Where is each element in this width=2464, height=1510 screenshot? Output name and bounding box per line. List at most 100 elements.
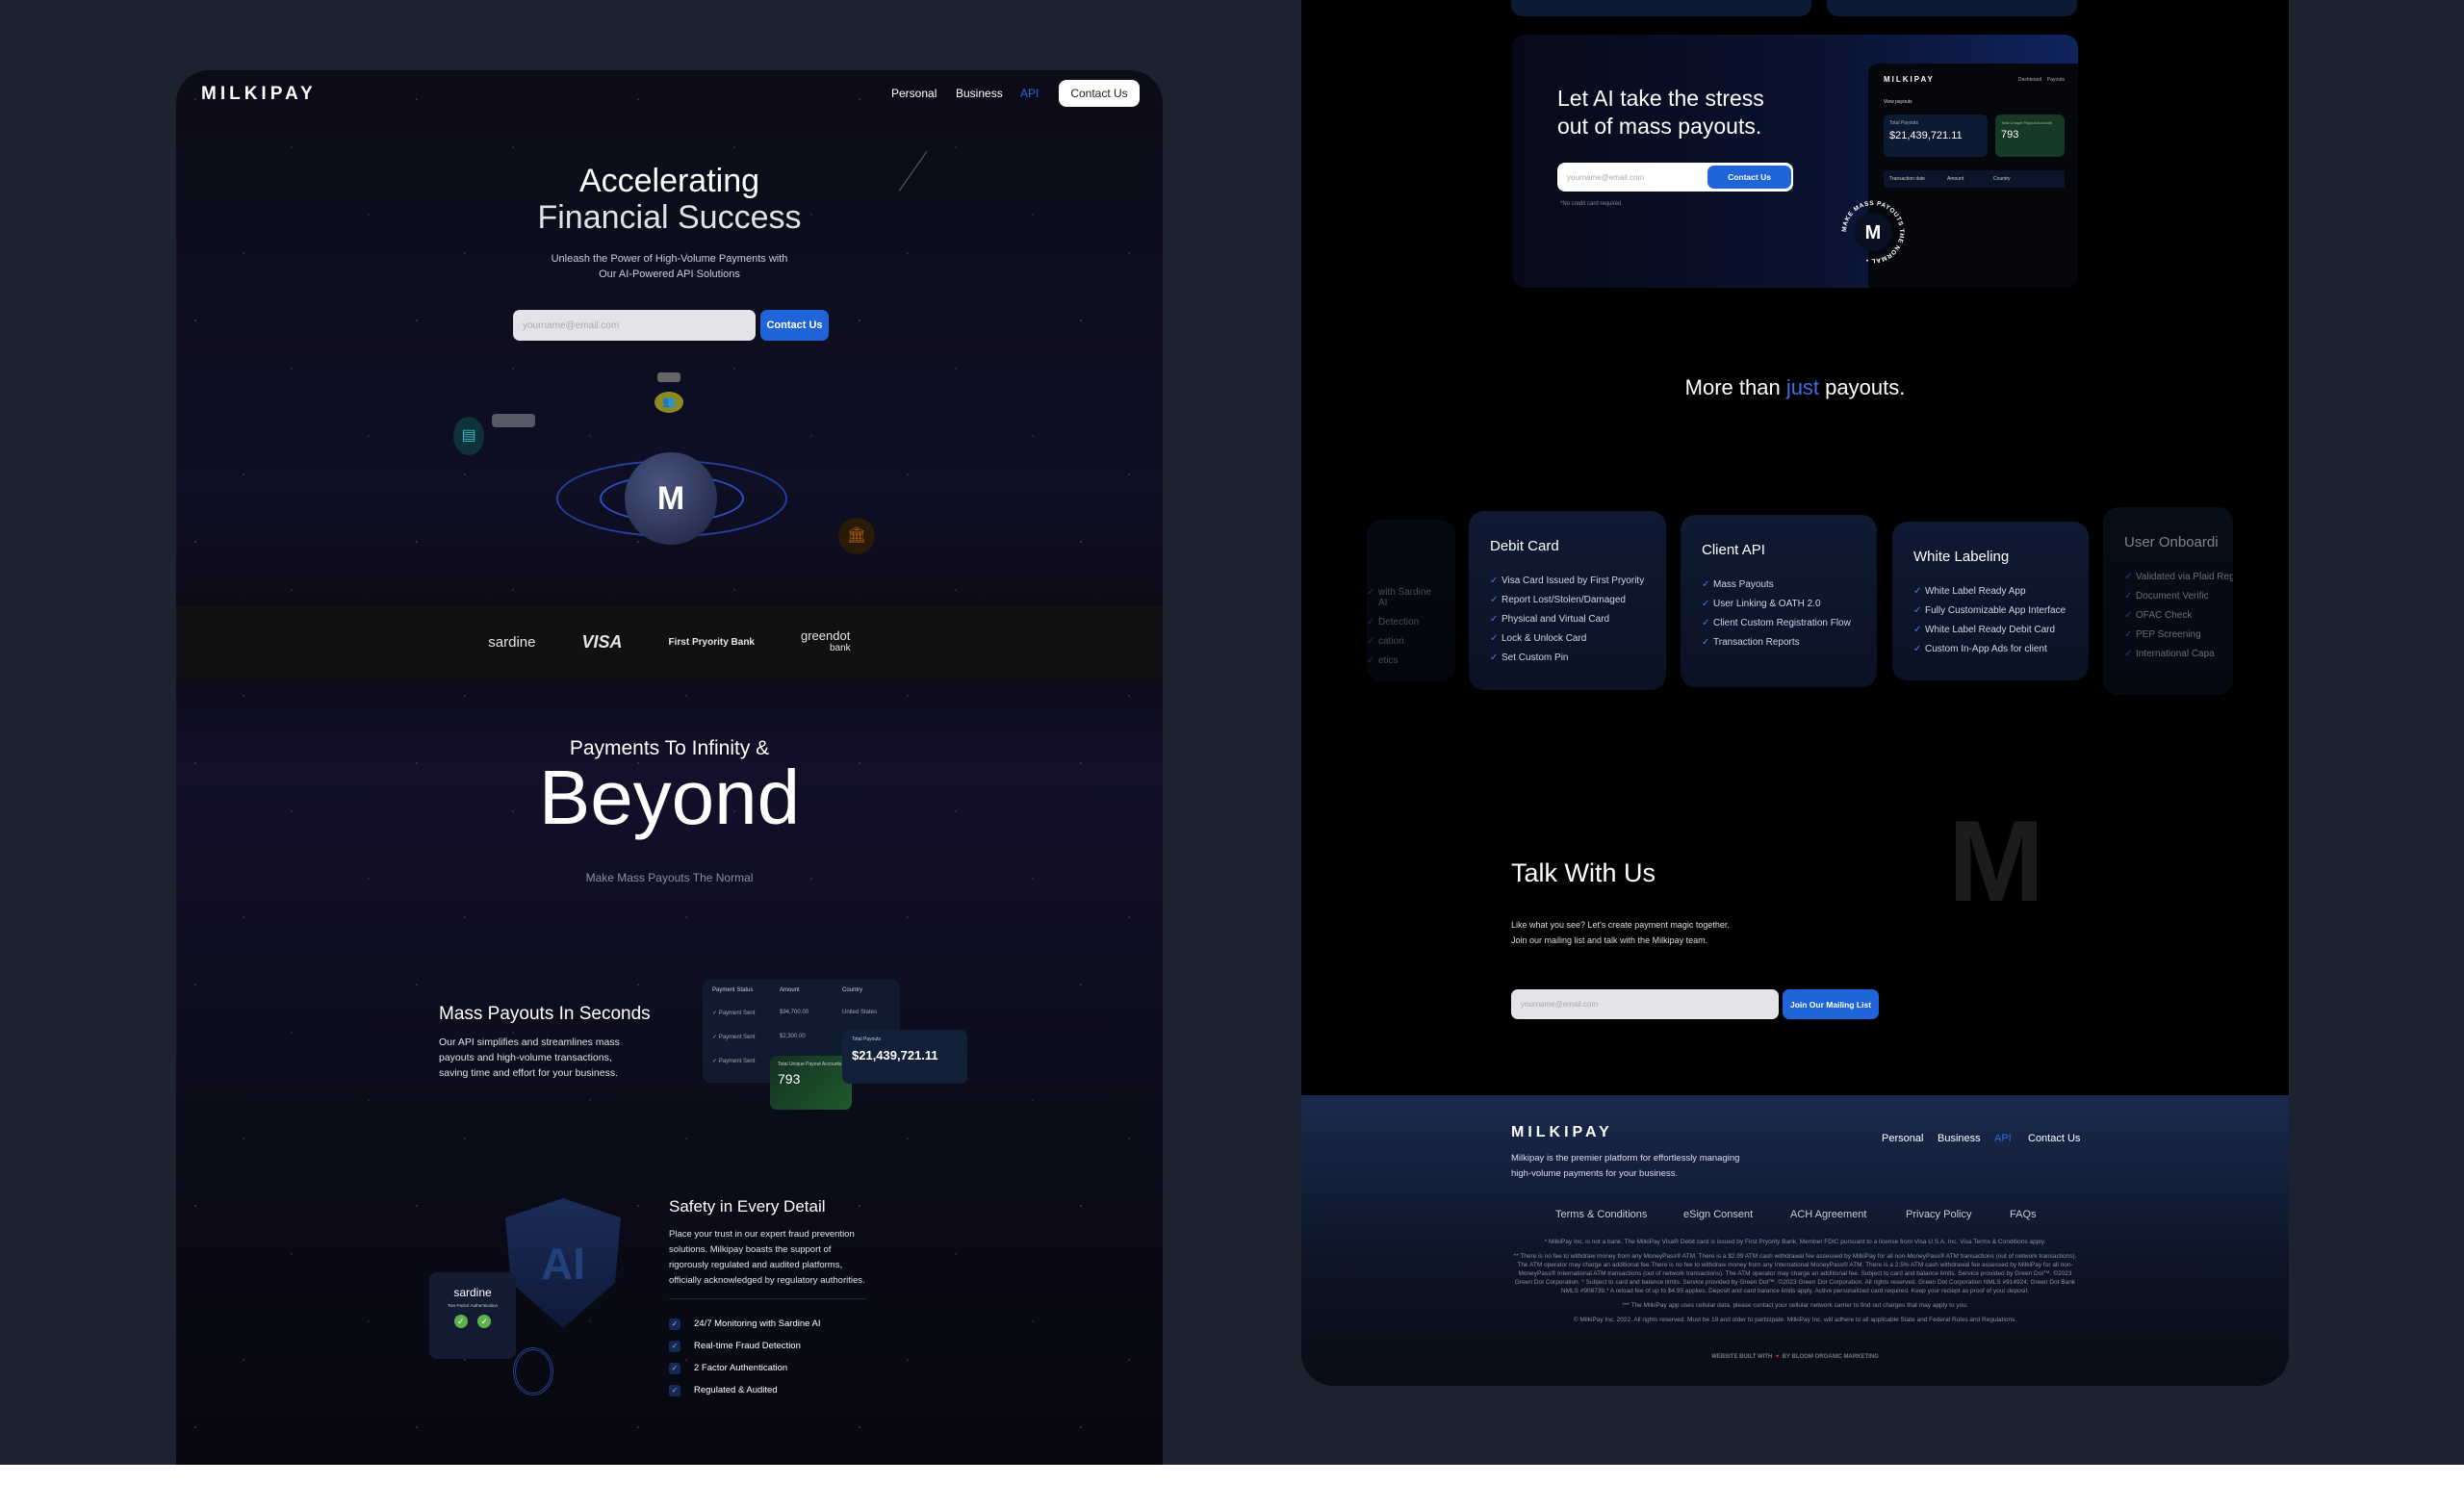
safety-item-label: 24/7 Monitoring with Sardine AI — [694, 1318, 821, 1329]
disclaimer: *** The MilkiPay app uses cellular data,… — [1622, 1302, 1968, 1309]
link-ach[interactable]: ACH Agreement — [1790, 1209, 1866, 1220]
dash-total: $21,439,721.11 — [1889, 130, 1963, 141]
footer-logo[interactable]: MILKIPAY — [1511, 1124, 1613, 1141]
cropped-card — [1511, 0, 1811, 16]
checkbox-icon: ✓ — [669, 1318, 680, 1330]
feature-card-title: Debit Card — [1490, 538, 1559, 554]
feature-card-white-labeling: White Labeling White Label Ready App Fully… — [1892, 522, 2089, 680]
feature-item: Lock & Unlock Card — [1490, 633, 1645, 644]
feature-item: International Capa — [2124, 649, 2215, 659]
feature-card-debit-card: Debit Card Visa Card Issued by First Pryo… — [1469, 511, 1666, 690]
total-value: $21,439,721.11 — [852, 1048, 938, 1062]
feature-item: Client Custom Registration Flow — [1702, 618, 1856, 628]
more-than-payouts-heading: More than just payouts. — [1301, 375, 2289, 400]
link-terms[interactable]: Terms & Conditions — [1555, 1209, 1647, 1220]
feature-item: PEP Screening — [2124, 629, 2212, 640]
fingerprint-icon — [513, 1347, 553, 1395]
safety-item: ✓ Real-time Fraud Detection — [669, 1335, 821, 1357]
disclaimer: ** There is no fee to withdraw money fro… — [1513, 1253, 2077, 1294]
cropped-card — [1827, 0, 2077, 16]
accounts-value: 793 — [778, 1071, 801, 1087]
milkipay-logo[interactable]: MILKIPAY — [201, 84, 317, 105]
bank-text: bank — [830, 643, 851, 653]
feature-item: OFAC Check — [2124, 610, 2212, 621]
tagline-line1: Milkipay is the premier platform for eff… — [1511, 1153, 1740, 1164]
partner-logos: sardine VISA First Pryority Bank greendo… — [176, 605, 1163, 678]
more-pre: More than — [1684, 375, 1786, 399]
hero-contact-button[interactable]: Contact Us — [760, 310, 829, 341]
tagline-line2: high-volume payments for your business. — [1511, 1168, 1679, 1179]
beyond-title: Beyond — [538, 755, 801, 840]
hero-title-line1: Accelerating — [578, 163, 760, 199]
talk-line1: Like what you see? Let's create payment … — [1511, 920, 1730, 930]
mailing-email-input[interactable]: yourname@email.com — [1511, 989, 1779, 1019]
heart-icon: ♥ — [1775, 1354, 1780, 1360]
feature-item: Report Lost/Stolen/Damaged — [1490, 595, 1645, 605]
cell: Payment Sent — [718, 1011, 756, 1016]
feature-item: Set Custom Pin — [1490, 653, 1645, 663]
beyond-subtitle: Make Mass Payouts The Normal — [585, 871, 754, 884]
page-bottom-strip — [0, 1465, 2464, 1510]
col-status: Payment Status — [712, 987, 754, 993]
safety-item: ✓ 2 Factor Authentication — [669, 1357, 821, 1379]
footer-nav-api[interactable]: API — [1994, 1133, 2012, 1144]
dash-col: Country — [1993, 176, 2011, 182]
sardine-badge-logo: sardine — [453, 1286, 492, 1299]
built-post[interactable]: BY BLOOM ORGANIC MARKETING — [1783, 1354, 1879, 1360]
feature-item: Mass Payouts — [1702, 579, 1856, 590]
link-esign[interactable]: eSign Consent — [1683, 1209, 1753, 1220]
feature-item: Document Verific — [2124, 591, 2212, 601]
hero-subtitle-line2: Our AI-Powered API Solutions — [599, 269, 740, 280]
feature-item: Custom In-App Ads for client — [1913, 644, 2067, 654]
footer-nav-contact[interactable]: Contact Us — [2028, 1133, 2080, 1144]
safety-item: ✓ 24/7 Monitoring with Sardine AI — [669, 1313, 821, 1335]
mass-payouts-stamp-icon: MAKE MASS PAYOUTS THE NORMAL • M — [1837, 196, 1909, 268]
talk-title: Talk With Us — [1511, 858, 1656, 887]
two-factor-badge: sardine Two-Factor Authentication ✓ ✓ — [429, 1272, 516, 1359]
nav-business[interactable]: Business — [956, 87, 1003, 100]
dash-col: Amount — [1947, 176, 1964, 182]
safety-item-label: 2 Factor Authentication — [694, 1363, 788, 1373]
contact-us-button[interactable]: Contact Us — [1059, 80, 1140, 107]
total-payouts-card: Total Payouts $21,439,721.11 — [842, 1030, 967, 1084]
checkbox-icon: ✓ — [669, 1385, 680, 1396]
feature-card-partial: with Sardine AI Detection cation etics — [1367, 520, 1455, 681]
dash-nav-payouts: Payouts — [2046, 76, 2065, 83]
nav-personal[interactable]: Personal — [891, 87, 937, 100]
feature-item: Transaction Reports — [1702, 637, 1856, 648]
check-icon: ✓ — [477, 1315, 492, 1328]
talk-line2: Join our mailing list and talk with the … — [1511, 935, 1708, 945]
dash-total-card: Total Payouts $21,439,721.11 — [1884, 115, 1988, 157]
cell: United States — [842, 1010, 878, 1015]
join-mailing-list-button[interactable]: Join Our Mailing List — [1783, 989, 1879, 1019]
dash-accounts-card: Total Unique Payout Accounts 793 — [1995, 115, 2065, 157]
cell: $2,300.00 — [780, 1034, 806, 1039]
hero-title-line2: Financial Success — [537, 199, 802, 236]
hero-title: Accelerating Financial Success — [176, 163, 1163, 236]
built-pre: WEBSITE BUILT WITH — [1711, 1354, 1773, 1360]
footer-nav-personal[interactable]: Personal — [1882, 1133, 1923, 1144]
footer-nav-business[interactable]: Business — [1938, 1133, 1981, 1144]
feature-card-client-api: Client API Mass Payouts User Linking & OAT… — [1681, 515, 1877, 687]
feature-item: with Sardine AI — [1367, 587, 1434, 608]
nav-api[interactable]: API — [1020, 87, 1039, 100]
homepage-preview-left: MILKIPAY Personal Business API Contact U… — [176, 70, 1163, 1465]
safety-title: Safety in Every Detail — [669, 1197, 826, 1216]
divider — [669, 1298, 866, 1299]
more-post: payouts. — [1819, 375, 1906, 399]
safety-text: Place your trust in our expert fraud pre… — [669, 1229, 865, 1286]
link-faqs[interactable]: FAQs — [2010, 1209, 2037, 1220]
cell: Payment Sent — [718, 1059, 756, 1064]
feature-item: Fully Customizable App Interface — [1913, 605, 2067, 616]
hero-email-input[interactable]: yourname@email.com — [513, 310, 756, 341]
users-icon: 👥 — [654, 392, 683, 413]
milkipay-m-sphere-icon: M — [625, 452, 717, 545]
link-privacy[interactable]: Privacy Policy — [1906, 1209, 1971, 1220]
feature-card-title: User Onboardi — [2124, 534, 2219, 550]
ai-contact-button[interactable]: Contact Us — [1707, 166, 1791, 189]
table-header: Payment Status Amount Country — [703, 980, 900, 1001]
first-pryority-bank-logo: First Pryority Bank — [668, 636, 755, 648]
visa-logo: VISA — [581, 631, 623, 652]
mass-payouts-title: Mass Payouts In Seconds — [439, 1004, 651, 1024]
floating-label-top — [657, 372, 680, 382]
